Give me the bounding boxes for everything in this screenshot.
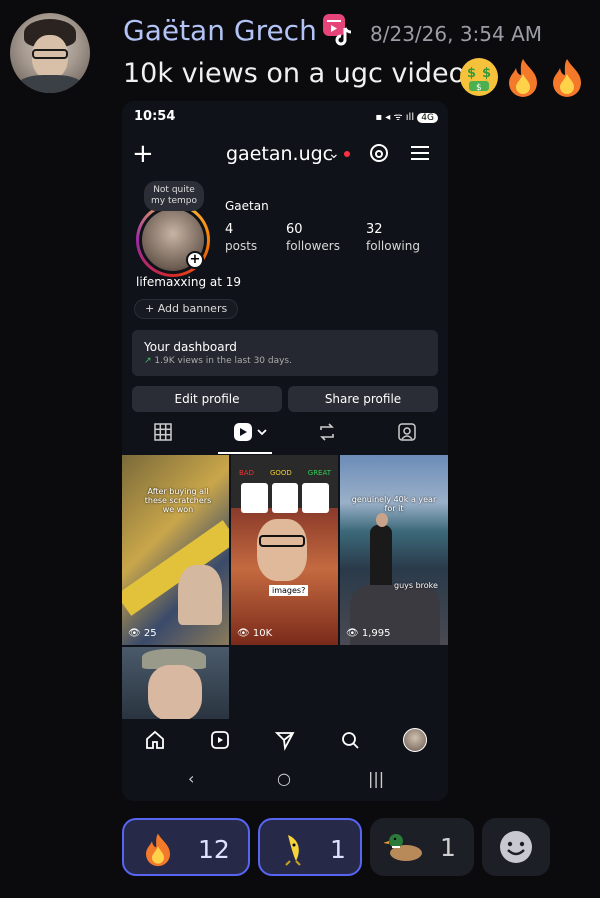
dashboard-card[interactable]: Your dashboard ↗ 1.9K views in the last … xyxy=(132,330,438,376)
status-time: 10:54 xyxy=(134,109,176,124)
money-mouth-face-icon: $ $ $ xyxy=(460,58,498,96)
reels-tiktok-badge-icon xyxy=(323,14,352,46)
reaction-count: 1 xyxy=(330,835,346,864)
view-count: 25 xyxy=(143,628,157,639)
send-icon[interactable] xyxy=(274,729,296,751)
post-views: 👁 10K xyxy=(237,628,272,639)
battery-icon: 4G xyxy=(417,113,438,123)
fire-icon xyxy=(509,59,537,97)
view-count: 1,995 xyxy=(361,628,391,639)
post-views: 👁 1,995 xyxy=(346,628,391,639)
reaction-count: 1 xyxy=(440,833,456,862)
display-name: Gaetan xyxy=(225,199,269,213)
ig-username[interactable]: gaetan.ugc xyxy=(226,143,333,165)
profile-nav-avatar[interactable] xyxy=(403,728,427,752)
chevron-down-icon[interactable]: ⌄ xyxy=(328,146,340,162)
grid-post-2[interactable]: BAD GOOD GREAT images? 👁 10K xyxy=(231,455,338,645)
notification-dot xyxy=(344,151,350,157)
edit-profile-button[interactable]: Edit profile xyxy=(132,386,282,412)
tagged-tab-icon[interactable] xyxy=(396,421,418,443)
grid-tab-icon[interactable] xyxy=(152,421,174,443)
home-nav-icon[interactable]: ○ xyxy=(277,769,291,788)
label-bad: BAD xyxy=(239,469,254,477)
stat-label: posts xyxy=(225,239,258,253)
search-icon[interactable] xyxy=(339,729,361,751)
reaction-fire[interactable]: 12 xyxy=(122,818,250,876)
dashboard-title: Your dashboard xyxy=(144,340,237,354)
fire-icon xyxy=(146,833,170,867)
avatar-glasses xyxy=(32,49,68,59)
create-plus-icon[interactable]: + xyxy=(132,139,154,169)
menu-icon[interactable] xyxy=(410,144,430,162)
trend-up-icon: ↗ xyxy=(144,356,152,366)
author-name[interactable]: Gaëtan Grech xyxy=(123,14,317,47)
message-timestamp: 8/23/26, 3:54 AM xyxy=(370,22,543,46)
stat-followers[interactable]: 60 followers xyxy=(286,222,340,253)
message-text: 10k views on a ugc video xyxy=(123,58,466,89)
stat-posts[interactable]: 4 posts xyxy=(225,222,257,253)
eye-icon: 👁 xyxy=(237,628,250,639)
home-icon[interactable] xyxy=(144,729,166,751)
reels-tab-icon[interactable] xyxy=(232,421,272,443)
active-tab-indicator xyxy=(218,452,272,454)
add-reaction-smile-icon xyxy=(500,831,532,863)
reaction-banana[interactable]: 1 xyxy=(258,818,362,876)
recents-nav-icon[interactable]: ||| xyxy=(368,769,384,788)
add-banners-button[interactable]: + Add banners xyxy=(134,299,239,319)
stat-following[interactable]: 32 following xyxy=(366,222,420,253)
eye-icon: 👁 xyxy=(346,628,359,639)
author-avatar[interactable] xyxy=(10,13,90,93)
dancing-banana-icon xyxy=(285,835,301,866)
bio: lifemaxxing at 19 xyxy=(136,275,242,289)
post-caption: genuinely 40k a year for it xyxy=(351,495,437,513)
avatar-shirt xyxy=(16,75,84,93)
post-caption: images? xyxy=(269,585,309,596)
reels-icon[interactable] xyxy=(209,729,231,751)
label-great: GREAT xyxy=(307,469,331,477)
stat-count: 60 xyxy=(286,222,303,237)
post-caption: After buying all these scratchers we won xyxy=(144,487,212,514)
status-icons: ▪ ◂ ᯤ ıll 4G xyxy=(375,109,438,123)
note-bubble[interactable]: Not quite my tempo xyxy=(144,181,204,211)
share-profile-button[interactable]: Share profile xyxy=(288,386,438,412)
post-views: 👁 25 xyxy=(128,628,157,639)
threads-icon[interactable] xyxy=(368,142,390,164)
view-count: 10K xyxy=(252,628,273,639)
add-story-icon[interactable]: + xyxy=(186,251,204,269)
stat-label: following xyxy=(366,239,420,253)
duck-icon xyxy=(384,834,422,861)
svg-text:$: $ xyxy=(476,83,482,93)
eye-icon: 👁 xyxy=(128,628,141,639)
add-reaction-button[interactable] xyxy=(482,818,550,876)
grid-post-4[interactable] xyxy=(122,647,229,719)
reaction-count: 12 xyxy=(198,835,230,864)
reposts-tab-icon[interactable] xyxy=(316,421,338,443)
dashboard-subtitle-text: 1.9K views in the last 30 days. xyxy=(154,356,292,366)
dashboard-subtitle: ↗ 1.9K views in the last 30 days. xyxy=(144,356,292,366)
post-caption-2: guys broke xyxy=(394,581,438,590)
back-nav-icon[interactable]: ‹ xyxy=(188,769,194,788)
label-good: GOOD xyxy=(269,469,292,477)
svg-text:$: $ xyxy=(467,66,476,81)
stat-label: followers xyxy=(286,239,340,253)
stat-count: 32 xyxy=(366,222,383,237)
grid-post-1[interactable]: After buying all these scratchers we won… xyxy=(122,455,229,645)
reaction-duck[interactable]: 1 xyxy=(370,818,474,876)
stat-count: 4 xyxy=(225,222,234,237)
screenshot-attachment[interactable]: 10:54 ▪ ◂ ᯤ ıll 4G + gaetan.ugc ⌄ Not qu… xyxy=(122,101,448,801)
fire-icon xyxy=(553,59,581,97)
svg-text:$: $ xyxy=(482,66,491,81)
grid-post-3[interactable]: genuinely 40k a year for it guys broke 👁… xyxy=(340,455,448,645)
